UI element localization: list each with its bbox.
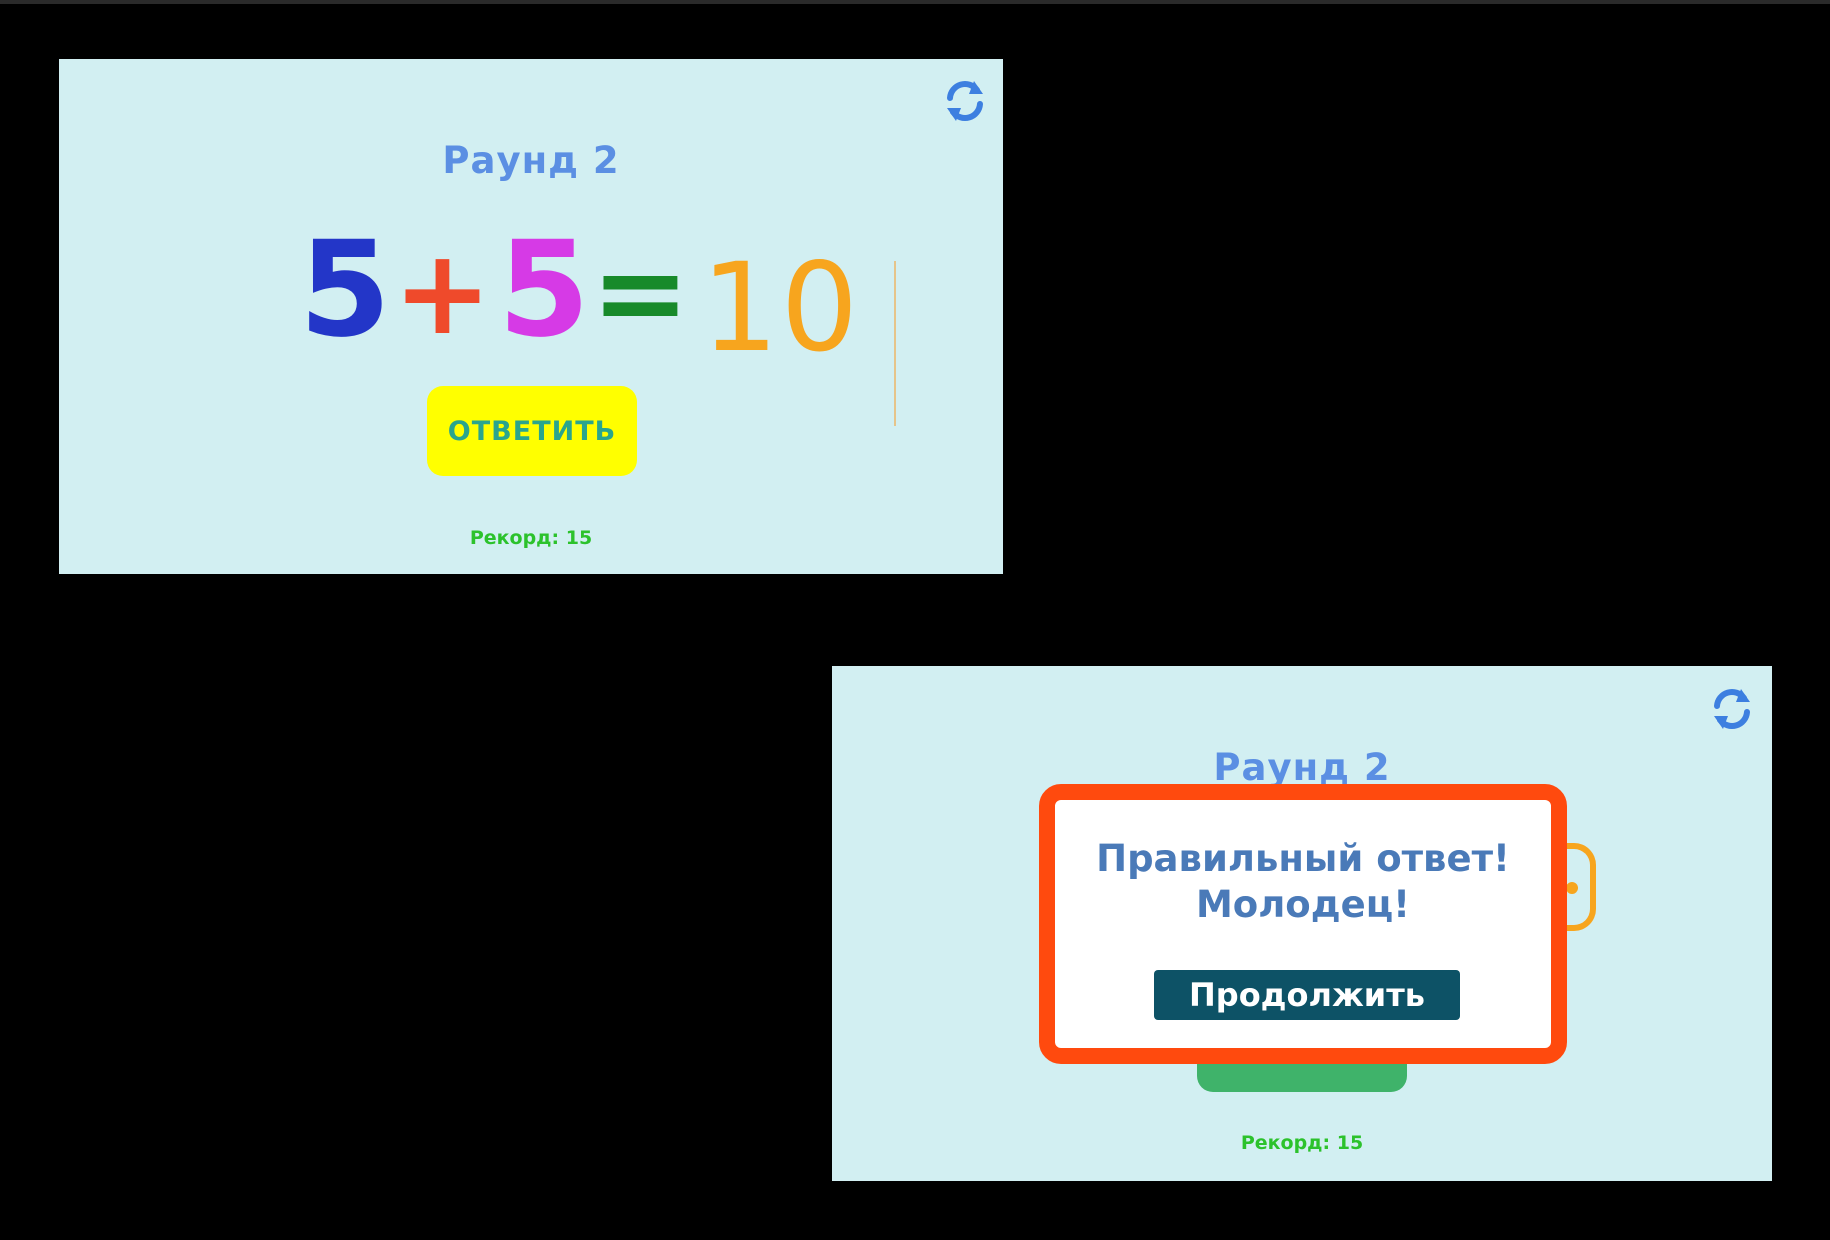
text-cursor [894,261,896,426]
refresh-icon[interactable] [941,77,989,125]
continue-button[interactable]: Продолжить [1154,970,1460,1020]
top-border-line [0,0,1830,4]
plus-operator: + [393,223,492,361]
round-title: Раунд 2 [1213,746,1391,789]
game-screen-after: Раунд 2 Правильный ответ! Молодец! Продо… [832,666,1772,1181]
answer-digit-dot [1566,882,1578,894]
success-dialog: Правильный ответ! Молодец! Продолжить [1039,784,1567,1064]
success-message: Правильный ответ! Молодец! [1055,836,1551,928]
success-message-line-2: Молодец! [1195,883,1411,926]
record-label: Рекорд: 15 [1240,1132,1364,1154]
round-title: Раунд 2 [442,139,620,182]
equation: 5 + 5 = 10 [299,199,899,426]
success-message-line-1: Правильный ответ! [1096,837,1510,880]
refresh-icon[interactable] [1708,685,1756,733]
record-label: Рекорд: 15 [469,527,593,549]
answer-input[interactable]: 10 [701,247,860,369]
answer-button[interactable]: ОТВЕТИТЬ [427,386,637,476]
equals-sign: = [591,223,690,361]
operand-1: 5 [299,213,391,367]
operand-2: 5 [498,213,590,367]
game-screen-before: Раунд 2 5 + 5 = 10 ОТВЕТИТЬ Рекорд: 15 [59,59,1003,574]
